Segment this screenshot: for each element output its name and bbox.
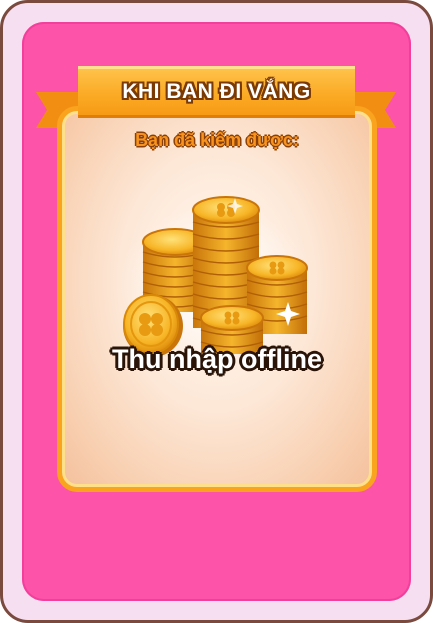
earned-subtitle: Bạn đã kiếm được:: [135, 130, 299, 150]
gold-coin-stack-icon: [117, 196, 313, 365]
title-ribbon: KHI BẠN ĐI VẮNG: [78, 66, 355, 118]
offline-income-label: Thu nhập offline: [112, 344, 322, 374]
popup-title: KHI BẠN ĐI VẮNG: [122, 80, 311, 103]
